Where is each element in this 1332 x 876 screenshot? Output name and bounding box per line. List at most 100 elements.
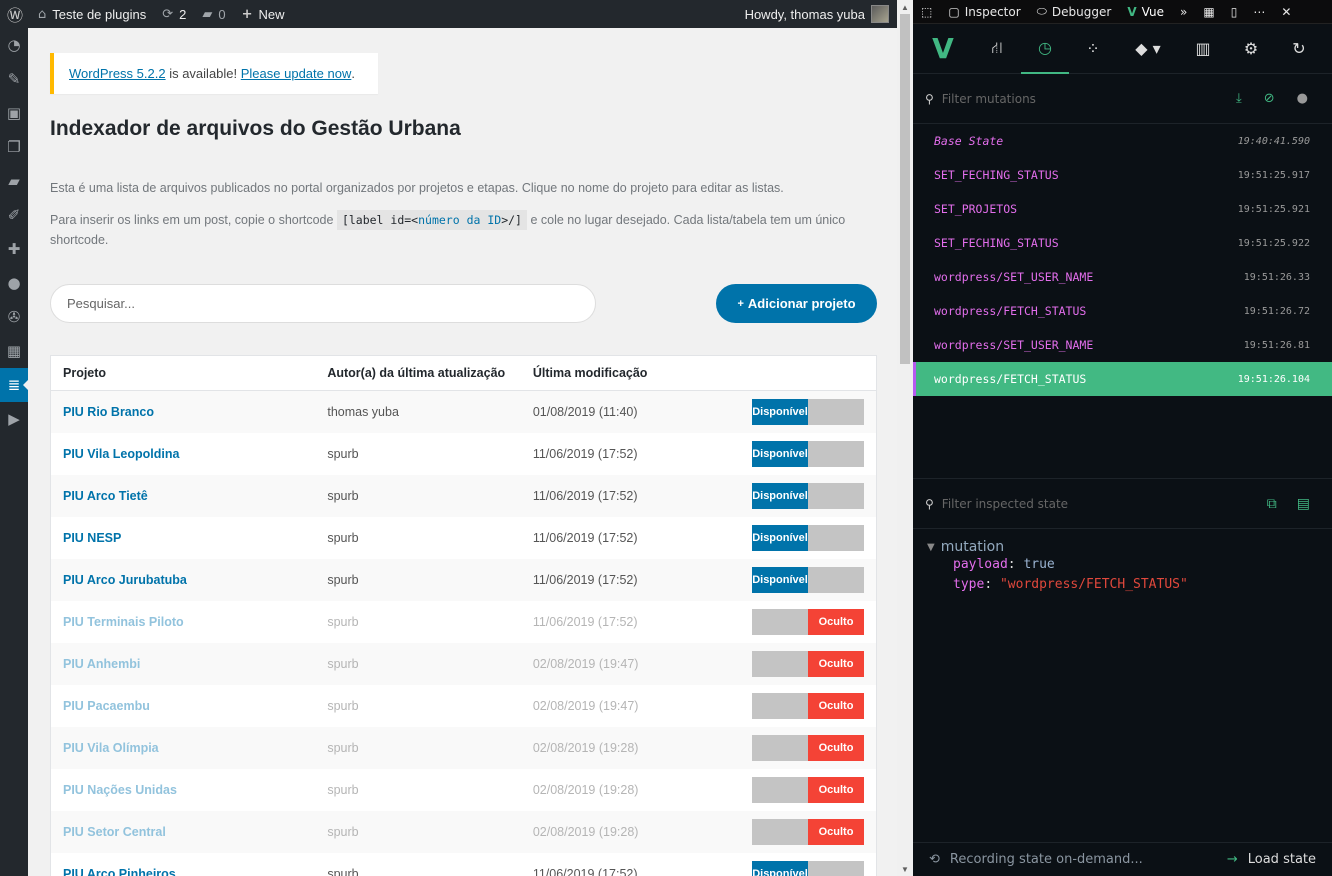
comments-link[interactable]: ▰ 0: [194, 0, 233, 28]
mutation-item[interactable]: wordpress/FETCH_STATUS 19:51:26.72: [913, 294, 1332, 328]
tools-icon[interactable]: ✇: [0, 300, 28, 334]
mutation-item[interactable]: SET_FECHING_STATUS 19:51:25.922: [913, 226, 1332, 260]
copy-icon[interactable]: ⧉: [1267, 496, 1277, 512]
project-name-link[interactable]: PIU Nações Unidas: [51, 783, 327, 797]
mutation-item[interactable]: wordpress/SET_USER_NAME 19:51:26.81: [913, 328, 1332, 362]
scroll-up-icon[interactable]: ▲: [897, 0, 913, 14]
new-content-link[interactable]: + New: [234, 0, 293, 28]
mutation-filter[interactable]: ⚲ Filter mutations ⤓ ⊘ ●: [913, 74, 1332, 124]
media-play-icon[interactable]: ▶: [0, 402, 28, 436]
status-toggle[interactable]: Disponível: [752, 567, 864, 593]
users-icon[interactable]: ●: [0, 266, 28, 300]
vue-toolbar: V ⛙ ◷ ⁘ ◆ ▾ ▥ ⚙ ↻: [913, 24, 1332, 74]
status-toggle[interactable]: Oculto: [752, 735, 864, 761]
site-name-link[interactable]: ⌂ Teste de plugins: [30, 0, 154, 28]
load-state-button[interactable]: → Load state: [1227, 852, 1332, 867]
dock-icon[interactable]: ▯: [1223, 0, 1246, 24]
revert-all-icon[interactable]: ⊘: [1264, 91, 1275, 106]
indexer-menu-icon[interactable]: ≣: [0, 368, 29, 402]
mutation-item[interactable]: SET_FECHING_STATUS 19:51:25.917: [913, 158, 1332, 192]
add-project-button[interactable]: + Adicionar projeto: [716, 284, 877, 323]
status-toggle[interactable]: Oculto: [752, 777, 864, 803]
state-filter-input[interactable]: Filter inspected state: [942, 497, 1267, 511]
my-account-link[interactable]: Howdy, thomas yuba: [737, 0, 897, 28]
author-cell: thomas yuba: [327, 405, 399, 419]
status-toggle[interactable]: Oculto: [752, 609, 864, 635]
tab-inspector[interactable]: ▢ Inspector: [940, 0, 1028, 24]
project-name-link[interactable]: PIU Arco Pinheiros: [51, 867, 327, 876]
commit-all-icon[interactable]: ⤓: [1236, 91, 1242, 106]
project-name-link[interactable]: PIU Setor Central: [51, 825, 327, 839]
mutation-item[interactable]: wordpress/SET_USER_NAME 19:51:26.33: [913, 260, 1332, 294]
components-icon[interactable]: ⛙: [973, 24, 1021, 74]
routing-icon[interactable]: ◆ ▾: [1117, 24, 1179, 74]
tab-vue[interactable]: V Vue: [1119, 0, 1172, 24]
events-icon[interactable]: ⁘: [1069, 24, 1117, 74]
mutation-section[interactable]: ▼ mutation: [927, 539, 1332, 555]
status-toggle[interactable]: Disponível: [752, 441, 864, 467]
project-name-link[interactable]: PIU Vila Olímpia: [51, 741, 327, 755]
status-toggle[interactable]: Disponível: [752, 399, 864, 425]
tab-debugger[interactable]: ⬭ Debugger: [1029, 0, 1120, 24]
element-picker-icon[interactable]: ⬚: [913, 0, 940, 24]
status-label: Oculto: [808, 693, 864, 719]
tab-vue-label: Vue: [1141, 4, 1165, 19]
page-scrollbar[interactable]: ▲ ▼: [897, 0, 913, 876]
status-toggle[interactable]: Disponível: [752, 483, 864, 509]
mutation-item[interactable]: Base State 19:40:41.590: [913, 124, 1332, 158]
status-toggle[interactable]: Oculto: [752, 819, 864, 845]
clipboard-icon[interactable]: ▤: [1297, 496, 1310, 512]
menu-icon[interactable]: ⋯: [1245, 0, 1273, 24]
status-toggle[interactable]: Disponível: [752, 861, 864, 876]
record-icon[interactable]: ●: [1297, 91, 1308, 106]
project-name-link[interactable]: PIU Anhembi: [51, 657, 327, 671]
project-name-link[interactable]: PIU Arco Jurubatuba: [51, 573, 327, 587]
status-toggle[interactable]: Oculto: [752, 651, 864, 677]
table-row: PIU Nações Unidas spurb 02/08/2019 (19:2…: [51, 769, 876, 811]
performance-icon[interactable]: ▥: [1179, 24, 1227, 74]
responsive-icon[interactable]: ▦: [1195, 0, 1222, 24]
scrollbar-thumb[interactable]: [900, 14, 910, 364]
author-cell: spurb: [327, 489, 359, 503]
posts-pin-icon[interactable]: ✎: [0, 62, 28, 96]
mutation-item[interactable]: SET_PROJETOS 19:51:25.921: [913, 192, 1332, 226]
type-line: type: "wordpress/FETCH_STATUS": [953, 577, 1188, 592]
project-name-link[interactable]: PIU Terminais Piloto: [51, 615, 327, 629]
project-name-link[interactable]: PIU NESP: [51, 531, 327, 545]
refresh-icon[interactable]: ↻: [1275, 24, 1323, 74]
sync-icon: ⟲: [929, 852, 940, 867]
state-filter[interactable]: ⚲ Filter inspected state ⧉ ▤: [913, 479, 1332, 529]
settings-icon[interactable]: ⚙: [1227, 24, 1275, 74]
wordpress-logo-icon[interactable]: Ⓦ: [0, 0, 30, 28]
status-label: Disponível: [752, 399, 808, 425]
pages-icon[interactable]: ❐: [0, 130, 28, 164]
status-toggle[interactable]: Disponível: [752, 525, 864, 551]
mutation-filter-input[interactable]: Filter mutations: [942, 92, 1236, 106]
updates-count: 2: [179, 6, 187, 22]
type-value: "wordpress/FETCH_STATUS": [999, 577, 1188, 592]
settings-icon[interactable]: ▦: [0, 334, 28, 368]
table-row: PIU Arco Jurubatuba spurb 11/06/2019 (17…: [51, 559, 876, 601]
plugins-icon[interactable]: ✚: [0, 232, 28, 266]
project-name-link[interactable]: PIU Arco Tietê: [51, 489, 327, 503]
date-cell: 02/08/2019 (19:47): [532, 657, 639, 671]
project-name-link[interactable]: PIU Vila Leopoldina: [51, 447, 327, 461]
close-icon[interactable]: ✕: [1273, 0, 1299, 24]
search-input[interactable]: Pesquisar...: [50, 284, 596, 323]
wordpress-version-link[interactable]: WordPress 5.2.2: [69, 66, 166, 81]
update-now-link[interactable]: Please update now: [241, 66, 352, 81]
shortcode-part-c: >/]: [501, 213, 522, 227]
appearance-icon[interactable]: ✐: [0, 198, 28, 232]
media-icon[interactable]: ▣: [0, 96, 28, 130]
updates-link[interactable]: ⟳ 2: [154, 0, 194, 28]
status-toggle[interactable]: Oculto: [752, 693, 864, 719]
toggle-track: [752, 651, 808, 677]
mutation-item[interactable]: wordpress/FETCH_STATUS 19:51:26.104: [913, 362, 1332, 396]
more-tabs-icon[interactable]: »: [1172, 0, 1195, 24]
scroll-down-icon[interactable]: ▼: [897, 862, 913, 876]
dashboard-icon[interactable]: ◔: [0, 28, 28, 62]
project-name-link[interactable]: PIU Pacaembu: [51, 699, 327, 713]
vuex-history-icon[interactable]: ◷: [1021, 24, 1069, 74]
project-name-link[interactable]: PIU Rio Branco: [51, 405, 327, 419]
comments-icon[interactable]: ▰: [0, 164, 28, 198]
